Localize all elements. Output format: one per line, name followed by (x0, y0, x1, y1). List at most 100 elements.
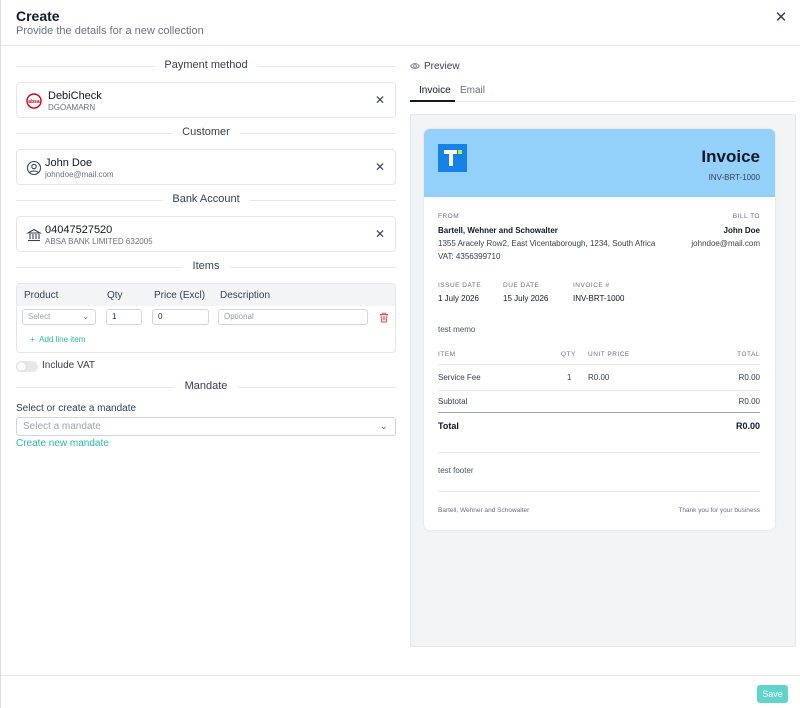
modal-subtitle: Provide the details for a new collection (16, 25, 204, 37)
bank-account-heading: Bank Account (162, 193, 250, 205)
preview-label: Preview (424, 61, 460, 72)
preview-tabs: Invoice Email (410, 82, 796, 102)
customer-card[interactable]: John Doe johndoe@mail.com ✕ (16, 149, 396, 185)
chevron-down-icon: ⌄ (82, 312, 89, 321)
invoice-preview: Invoice INV-BRT-1000 FROM BILL TO Bartel… (424, 129, 775, 530)
mandate-field-label: Select or create a mandate (16, 403, 137, 414)
mandate-select-placeholder: Select a mandate (23, 421, 101, 432)
bank-account-bank: ABSA BANK LIMITED 632005 (45, 237, 153, 246)
bank-account-card[interactable]: 04047527520 ABSA BANK LIMITED 632005 ✕ (16, 216, 396, 252)
column-qty: QTY (561, 351, 576, 358)
total-label: Total (438, 421, 459, 431)
invoice-footer-note: test footer (438, 466, 474, 475)
items-heading: Items (182, 260, 230, 272)
include-vat-toggle[interactable] (16, 361, 38, 372)
bank-icon (26, 228, 42, 242)
column-unit-price: UNIT PRICE (588, 351, 630, 358)
from-company-name: Bartell, Wehner and Schowalter (438, 226, 558, 235)
payment-method-card[interactable]: absa DebiCheck DGOAMARN ✕ (16, 82, 396, 118)
mandate-select[interactable]: Select a mandate ⌄ (16, 417, 396, 436)
column-header-description: Description (220, 290, 271, 301)
modal-title: Create (16, 8, 60, 24)
customer-email: johndoe@mail.com (45, 170, 114, 179)
description-input[interactable]: Optional (218, 309, 368, 325)
divider (438, 364, 760, 365)
issue-date-label: ISSUE DATE (438, 282, 482, 289)
save-button[interactable]: Save (757, 685, 788, 703)
subtotal-value: R0.00 (738, 397, 760, 406)
line-item-total: R0.00 (738, 373, 760, 382)
tab-email[interactable]: Email (460, 85, 485, 96)
qty-input[interactable]: 1 (106, 309, 142, 325)
line-item-qty: 1 (567, 373, 572, 382)
add-line-item-label: Add line item (39, 335, 86, 344)
modal-footer (1, 675, 800, 708)
column-header-product: Product (24, 290, 59, 301)
subtotal-label: Subtotal (438, 397, 468, 406)
line-item-unit-price: R0.00 (588, 373, 610, 382)
customer-heading: Customer (172, 126, 240, 138)
divider (438, 491, 760, 492)
invoice-memo: test memo (438, 325, 476, 334)
invoice-header: Invoice INV-BRT-1000 (424, 129, 775, 197)
eye-icon (410, 63, 420, 69)
active-tab-indicator (410, 100, 455, 102)
absa-logo-text: absa (28, 99, 40, 105)
absa-logo-icon: absa (26, 93, 42, 109)
divider (438, 390, 760, 391)
remove-bank-account-icon[interactable]: ✕ (375, 227, 385, 241)
create-collection-modal: Create Provide the details for a new col… (0, 0, 800, 708)
footer-thanks: Thank you for your business (678, 507, 760, 514)
payment-method-name: DebiCheck (48, 90, 102, 102)
plus-icon: + (30, 335, 35, 344)
items-table-header: Product Qty Price (Excl) Description (17, 284, 395, 306)
create-new-mandate-link[interactable]: Create new mandate (16, 438, 109, 449)
from-address: 1355 Aracely Row2, East Vicentaborough, … (438, 239, 656, 248)
close-icon[interactable]: ✕ (773, 10, 789, 26)
bill-to-name: John Doe (723, 226, 760, 235)
payment-method-heading: Payment method (154, 59, 258, 71)
invoice-number-header: INV-BRT-1000 (708, 173, 760, 182)
items-divider: Items (16, 260, 396, 274)
issue-date: 1 July 2026 (438, 294, 479, 303)
company-logo-icon (438, 144, 467, 172)
payment-method-divider: Payment method (16, 59, 396, 73)
tab-invoice[interactable]: Invoice (419, 85, 451, 96)
include-vat-label: Include VAT (42, 360, 95, 371)
items-table: Product Qty Price (Excl) Description Sel… (16, 283, 396, 353)
payment-method-code: DGOAMARN (48, 103, 96, 112)
invoice-title: Invoice (701, 147, 760, 166)
remove-customer-icon[interactable]: ✕ (375, 160, 385, 174)
customer-name: John Doe (45, 157, 93, 169)
invoice-number: INV-BRT-1000 (573, 294, 625, 303)
divider (438, 412, 760, 413)
column-header-price: Price (Excl) (154, 290, 206, 301)
from-vat: VAT: 4356399710 (438, 252, 501, 261)
footer-company: Bartell, Wehner and Schowalter (438, 507, 530, 514)
column-header-qty: Qty (107, 290, 123, 301)
from-label: FROM (438, 213, 460, 220)
product-select-placeholder: Select (28, 312, 51, 321)
total-value: R0.00 (735, 421, 760, 431)
price-input[interactable]: 0 (152, 309, 209, 325)
trash-icon[interactable] (379, 312, 389, 323)
bill-to-label: BILL TO (732, 213, 760, 220)
user-circle-icon (26, 160, 42, 176)
chevron-down-icon: ⌄ (379, 421, 388, 432)
bank-account-divider: Bank Account (16, 193, 396, 207)
bank-account-number: 04047527520 (45, 224, 113, 236)
invoice-number-label: INVOICE # (573, 282, 610, 289)
modal-header: Create Provide the details for a new col… (1, 0, 800, 46)
mandate-heading: Mandate (174, 380, 238, 392)
line-item-name: Service Fee (438, 373, 481, 382)
customer-divider: Customer (16, 126, 396, 140)
column-item: ITEM (438, 351, 456, 358)
mandate-divider: Mandate (16, 380, 396, 394)
column-total: TOTAL (737, 351, 760, 358)
due-date: 15 July 2026 (503, 294, 549, 303)
add-line-item-button[interactable]: + Add line item (30, 335, 85, 344)
product-select[interactable]: Select ⌄ (22, 309, 96, 325)
divider (438, 452, 760, 453)
bill-to-email: johndoe@mail.com (691, 239, 760, 248)
remove-payment-method-icon[interactable]: ✕ (375, 93, 385, 107)
